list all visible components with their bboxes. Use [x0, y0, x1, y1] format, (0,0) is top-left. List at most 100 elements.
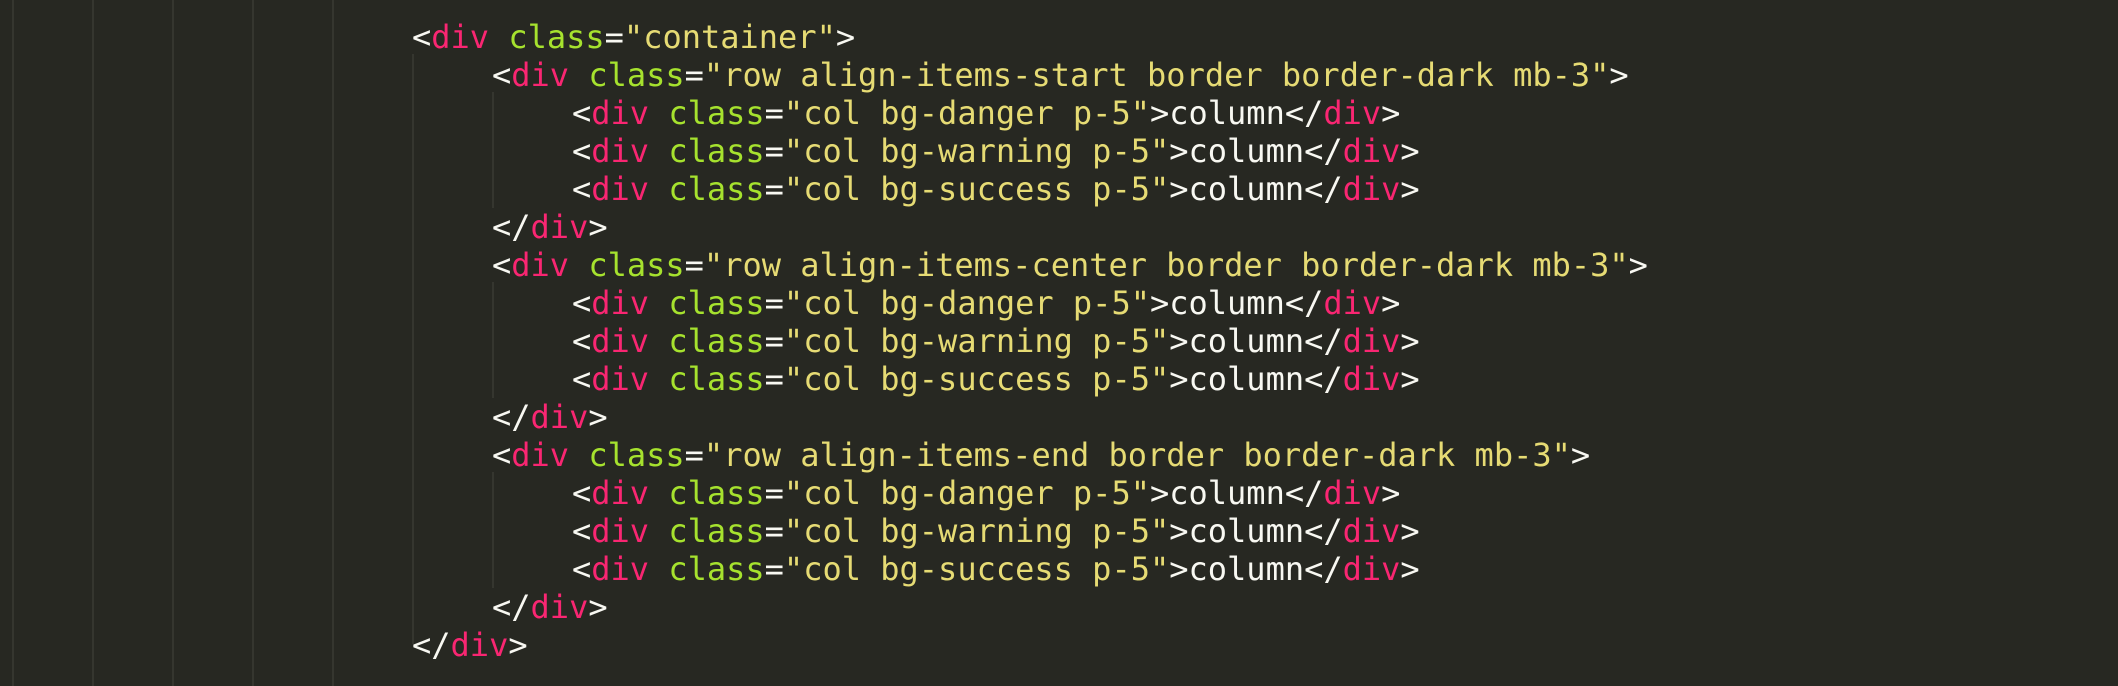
punctuation: [569, 56, 588, 94]
punctuation: >: [1400, 360, 1420, 398]
punctuation: <: [412, 18, 432, 56]
tag-name: div: [1342, 132, 1401, 170]
punctuation: >: [1169, 512, 1189, 550]
tag-name: div: [1342, 360, 1401, 398]
attribute-name: class: [508, 18, 605, 56]
tag-name: div: [431, 18, 490, 56]
code-line[interactable]: </div>: [492, 208, 608, 246]
punctuation: >: [1169, 550, 1189, 588]
punctuation: </: [1284, 284, 1324, 322]
punctuation: >: [1169, 132, 1189, 170]
tag-name: div: [450, 626, 509, 664]
punctuation: =: [764, 550, 784, 588]
punctuation: </: [1304, 322, 1343, 360]
punctuation: [649, 284, 668, 322]
code-line[interactable]: <div class="col bg-danger p-5">column</d…: [572, 94, 1400, 132]
code-line[interactable]: <div class="col bg-warning p-5">column</…: [572, 512, 1420, 550]
indent-guide: [252, 0, 254, 686]
tag-name: div: [1342, 170, 1401, 208]
punctuation: >: [1400, 512, 1420, 550]
attribute-name: class: [668, 474, 765, 512]
punctuation: >: [1609, 56, 1629, 94]
tag-name: div: [511, 436, 570, 474]
element-text: column: [1169, 94, 1285, 132]
attribute-name: class: [588, 246, 685, 284]
attribute-name: class: [668, 132, 765, 170]
code-line[interactable]: </div>: [412, 626, 528, 664]
punctuation: [649, 322, 668, 360]
attribute-value: "col bg-warning p-5": [783, 132, 1170, 170]
tag-name: div: [591, 360, 650, 398]
tag-name: div: [1342, 550, 1401, 588]
attribute-value: "col bg-danger p-5": [783, 284, 1150, 322]
code-line[interactable]: <div class="col bg-success p-5">column</…: [572, 360, 1420, 398]
element-text: column: [1188, 322, 1305, 360]
code-line[interactable]: <div class="container">: [412, 18, 855, 56]
punctuation: =: [684, 56, 704, 94]
punctuation: =: [764, 94, 784, 132]
code-line[interactable]: <div class="col bg-warning p-5">column</…: [572, 322, 1420, 360]
punctuation: [649, 132, 668, 170]
punctuation: >: [508, 626, 528, 664]
punctuation: [569, 436, 588, 474]
element-text: column: [1188, 170, 1305, 208]
punctuation: <: [492, 246, 512, 284]
punctuation: >: [1400, 170, 1420, 208]
punctuation: <: [572, 322, 592, 360]
punctuation: =: [604, 18, 624, 56]
attribute-value: "col bg-danger p-5": [783, 94, 1150, 132]
punctuation: </: [1304, 132, 1343, 170]
punctuation: [649, 94, 668, 132]
attribute-name: class: [668, 94, 765, 132]
indent-guide: [172, 0, 174, 686]
attribute-value: "col bg-success p-5": [783, 360, 1170, 398]
punctuation: [489, 18, 508, 56]
punctuation: >: [1169, 322, 1189, 360]
punctuation: >: [1381, 284, 1401, 322]
code-line[interactable]: <div class="col bg-warning p-5">column</…: [572, 132, 1420, 170]
punctuation: <: [572, 284, 592, 322]
code-line[interactable]: <div class="col bg-danger p-5">column</d…: [572, 284, 1400, 322]
code-line[interactable]: </div>: [492, 588, 608, 626]
punctuation: =: [764, 512, 784, 550]
tag-name: div: [511, 56, 570, 94]
indent-guide: [492, 472, 494, 588]
code-line[interactable]: <div class="col bg-success p-5">column</…: [572, 170, 1420, 208]
punctuation: </: [1304, 170, 1343, 208]
indent-guide: [412, 54, 414, 644]
attribute-value: "row align-items-center border border-da…: [703, 246, 1629, 284]
element-text: column: [1169, 284, 1285, 322]
code-line[interactable]: <div class="col bg-danger p-5">column</d…: [572, 474, 1400, 512]
code-line[interactable]: <div class="row align-items-end border b…: [492, 436, 1590, 474]
punctuation: >: [1169, 360, 1189, 398]
indent-guide: [492, 282, 494, 398]
attribute-value: "col bg-warning p-5": [783, 512, 1170, 550]
code-line[interactable]: <div class="row align-items-center borde…: [492, 246, 1648, 284]
attribute-value: "col bg-success p-5": [783, 550, 1170, 588]
attribute-value: "container": [623, 18, 836, 56]
punctuation: >: [1149, 284, 1170, 322]
punctuation: </: [1304, 360, 1343, 398]
element-text: column: [1188, 512, 1305, 550]
tag-name: div: [1323, 474, 1382, 512]
punctuation: >: [1570, 436, 1591, 474]
punctuation: >: [1169, 170, 1189, 208]
punctuation: >: [835, 18, 856, 56]
punctuation: >: [1400, 550, 1420, 588]
punctuation: >: [1149, 94, 1170, 132]
code-editor[interactable]: <div class="container"> <div class="row a…: [0, 0, 2118, 686]
attribute-value: "col bg-warning p-5": [783, 322, 1170, 360]
tag-name: div: [1323, 284, 1382, 322]
tag-name: div: [530, 588, 589, 626]
code-line[interactable]: <div class="col bg-success p-5">column</…: [572, 550, 1420, 588]
punctuation: [649, 360, 668, 398]
code-line[interactable]: <div class="row align-items-start border…: [492, 56, 1629, 94]
indent-guide: [92, 0, 94, 686]
tag-name: div: [1342, 322, 1401, 360]
tag-name: div: [530, 208, 589, 246]
attribute-name: class: [668, 284, 765, 322]
punctuation: =: [684, 436, 704, 474]
code-line[interactable]: </div>: [492, 398, 608, 436]
punctuation: <: [492, 56, 512, 94]
attribute-name: class: [588, 436, 685, 474]
